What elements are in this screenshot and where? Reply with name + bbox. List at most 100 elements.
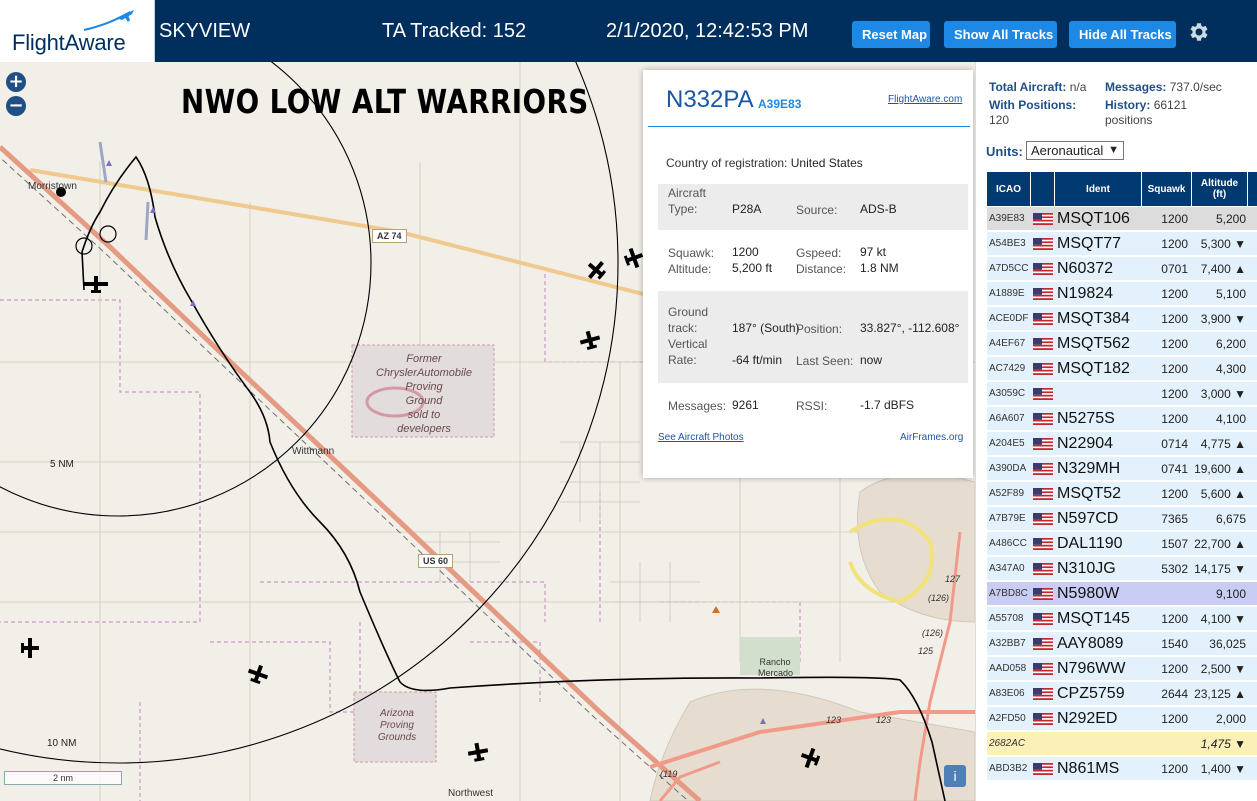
road-126-label-b: (126) — [922, 628, 944, 638]
icao-cell: AC7429 — [989, 363, 1026, 374]
col-header-flag[interactable] — [1031, 172, 1055, 206]
col-header-icao[interactable]: ICAO — [987, 172, 1031, 206]
icao-cell: A6A607 — [989, 413, 1025, 424]
units-select[interactable]: Aeronautical ▼ — [1026, 141, 1124, 160]
flightaware-link[interactable]: FlightAware.com — [888, 94, 962, 105]
icao-cell: A2FD50 — [989, 713, 1026, 724]
aircraft-type-section: Aircraft Type: P28A Source: ADS-B — [658, 184, 968, 230]
aircraft-row[interactable]: A3059C 1200 3,000 ▼ — [987, 382, 1257, 406]
aircraft-row[interactable]: A55708 MSQT145 1200 4,100 ▼ — [987, 607, 1257, 631]
total-aircraft-label: Total Aircraft: — [989, 80, 1067, 94]
icao-cell: A7B79E — [989, 513, 1026, 524]
show-all-tracks-button[interactable]: Show All Tracks — [944, 21, 1057, 48]
messages-section: Messages: 9261 RSSI: -1.7 dBFS — [658, 390, 968, 420]
us-flag-icon — [1033, 763, 1053, 775]
road-127-label: 127 — [945, 574, 961, 584]
aircraft-row[interactable]: A4EF67 MSQT562 1200 6,200 — [987, 332, 1257, 356]
zoom-in-button[interactable]: + — [6, 72, 26, 92]
squawk-cell: 1200 — [1161, 487, 1188, 501]
col-header-more[interactable] — [1248, 172, 1257, 206]
country-label: Country of registration: — [666, 156, 788, 170]
road-119-label: (119 — [660, 769, 678, 779]
us-flag-icon — [1033, 588, 1053, 600]
history-label: History: — [1105, 98, 1151, 112]
flag-cell — [1033, 257, 1053, 281]
aircraft-type-value: P28A — [732, 202, 762, 216]
aircraft-row[interactable]: A486CC DAL1190 1507 22,700 ▲ — [987, 532, 1257, 556]
us-flag-icon — [1033, 338, 1053, 350]
ground-track-label-1: Ground — [668, 305, 709, 319]
aircraft-row[interactable]: A7D5CC N60372 0701 7,400 ▲ — [987, 257, 1257, 281]
arizona-proving-line-3: Grounds — [377, 732, 417, 743]
hide-all-tracks-button[interactable]: Hide All Tracks — [1069, 21, 1176, 48]
altitude-cell: 5,600 ▲ — [1200, 487, 1246, 501]
aircraft-info-popup: N332PA A39E83 FlightAware.com Country of… — [643, 70, 973, 478]
aircraft-row[interactable]: A52F89 MSQT52 1200 5,600 ▲ — [987, 482, 1257, 506]
squawk-cell: 0741 — [1161, 462, 1188, 476]
squawk-cell: 1540 — [1161, 637, 1188, 651]
airframes-link[interactable]: AirFrames.org — [900, 432, 963, 443]
skyview-app: FlightAware SKYVIEW TA Tracked: 152 2/1/… — [0, 0, 1257, 801]
aircraft-row[interactable]: A390DA N329MH 0741 19,600 ▲ — [987, 457, 1257, 481]
aircraft-row[interactable]: A1889E N19824 1200 5,100 — [987, 282, 1257, 306]
flag-cell — [1033, 532, 1053, 556]
reset-map-button[interactable]: Reset Map — [852, 21, 930, 48]
icao-cell: 2682AC — [989, 738, 1026, 749]
messages-stat-value: 737.0/sec — [1169, 80, 1222, 94]
position-label: Position: — [796, 322, 843, 336]
total-aircraft-stat: Total Aircraft: n/a — [989, 80, 1086, 95]
col-header-squawk[interactable]: Squawk — [1142, 172, 1192, 206]
squawk-cell: 0701 — [1161, 262, 1188, 276]
altitude-cell: 6,675 — [1215, 512, 1246, 526]
col-header-altitude-line-1: Altitude — [1200, 178, 1239, 189]
ident-cell: DAL1190 — [1057, 535, 1123, 552]
icao-cell: A39E83 — [989, 213, 1025, 224]
history-stat: History: 66121 positions — [1105, 98, 1187, 128]
aircraft-row[interactable]: A32BB7 AAY8089 1540 36,025 — [987, 632, 1257, 656]
aircraft-row[interactable]: A204E5 N22904 0714 4,775 ▲ — [987, 432, 1257, 456]
range-ring-5nm-label: 5 NM — [50, 459, 74, 470]
aircraft-row[interactable]: ACE0DF MSQT384 1200 3,900 ▼ — [987, 307, 1257, 331]
altitude-label: Altitude: — [668, 262, 712, 276]
aircraft-row[interactable]: A2FD50 N292ED 1200 2,000 — [987, 707, 1257, 731]
icao-cell: A1889E — [989, 288, 1025, 299]
aircraft-row[interactable]: 2682AC 1,475 ▼ — [987, 732, 1257, 756]
aircraft-row[interactable]: A347A0 N310JG 5302 14,175 ▼ — [987, 557, 1257, 581]
altitude-cell: 1,475 ▼ — [1200, 737, 1246, 751]
icao-cell: A3059C — [989, 388, 1026, 399]
col-header-altitude[interactable]: Altitude (ft) — [1192, 172, 1248, 206]
col-header-ident[interactable]: Ident — [1055, 172, 1142, 206]
aircraft-row[interactable]: A39E83 MSQT106 1200 5,200 — [987, 207, 1257, 231]
icao-cell: A7D5CC — [989, 263, 1029, 274]
ident-cell: N292ED — [1057, 710, 1118, 727]
aircraft-row[interactable]: AAD058 N796WW 1200 2,500 ▼ — [987, 657, 1257, 681]
settings-gear-icon[interactable] — [1186, 20, 1210, 44]
ident-cell: MSQT52 — [1057, 485, 1122, 502]
us-flag-icon — [1033, 613, 1053, 625]
aircraft-row[interactable]: A6A607 N5275S 1200 4,100 — [987, 407, 1257, 431]
ident-cell: MSQT182 — [1057, 360, 1130, 377]
aircraft-row[interactable]: AC7429 MSQT182 1200 4,300 — [987, 357, 1257, 381]
tracked-count: TA Tracked: 152 — [382, 20, 527, 42]
squawk-cell: 0714 — [1161, 437, 1188, 451]
gspeed-value: 97 kt — [860, 245, 887, 259]
aircraft-row[interactable]: A7B79E N597CD 7365 6,675 — [987, 507, 1257, 531]
aircraft-row[interactable]: A54BE3 MSQT77 1200 5,300 ▼ — [987, 232, 1257, 256]
aircraft-photos-link[interactable]: See Aircraft Photos — [658, 432, 744, 443]
aircraft-row[interactable]: A7BD8C N5980W 9,100 — [987, 582, 1257, 606]
dropdown-arrow-icon: ▼ — [1108, 144, 1119, 156]
vertical-rate-label-1: Vertical — [668, 337, 708, 351]
ident-cell: N19824 — [1057, 285, 1114, 302]
aircraft-row[interactable]: A83E06 CPZ5759 2644 23,125 ▲ — [987, 682, 1257, 706]
aircraft-row[interactable]: ABD3B2 N861MS 1200 1,400 ▼ — [987, 757, 1257, 781]
altitude-cell: 4,300 — [1215, 362, 1246, 376]
ident-cell — [1055, 382, 1143, 406]
zoom-out-button[interactable]: − — [6, 96, 26, 116]
ident-cell: CPZ5759 — [1057, 685, 1125, 702]
popup-hex-code: A39E83 — [758, 97, 802, 111]
altitude-value: 5,200 ft — [732, 261, 773, 275]
flag-cell — [1033, 457, 1053, 481]
country-value: United States — [790, 156, 863, 170]
map-info-button[interactable]: i — [944, 765, 966, 787]
flightaware-logo[interactable]: FlightAware — [0, 0, 155, 62]
